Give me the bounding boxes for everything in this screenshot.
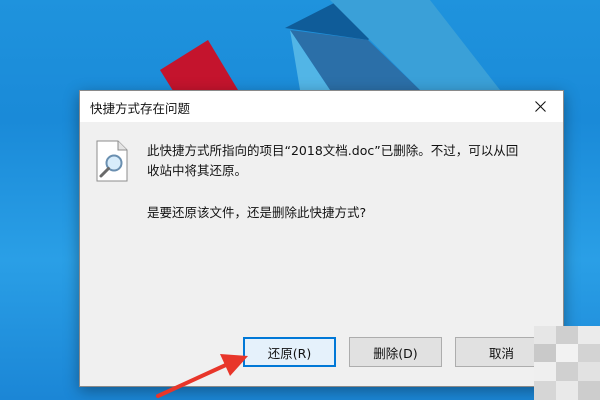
dialog-titlebar: 快捷方式存在问题 xyxy=(80,91,563,122)
dialog-question: 是要还原该文件，还是删除此快捷方式? xyxy=(147,205,367,220)
document-search-icon xyxy=(96,140,128,182)
message-line-2: 收站中将其还原。 xyxy=(147,163,248,178)
close-icon xyxy=(535,101,546,112)
dialog-title: 快捷方式存在问题 xyxy=(90,101,191,116)
message-line-1: 此快捷方式所指向的项目“2018文档.doc”已删除。不过，可以从回 xyxy=(147,143,519,158)
restore-button[interactable]: 还原(R) xyxy=(243,337,336,367)
close-button[interactable] xyxy=(519,91,563,122)
watermark-mosaic xyxy=(534,326,600,400)
desktop: 快捷方式存在问题 此快捷方式所指向的项目“2018文档.doc”已删除。不过，可… xyxy=(0,0,600,400)
red-arrow-icon xyxy=(156,354,248,398)
dialog-message: 此快捷方式所指向的项目“2018文档.doc”已删除。不过，可以从回 收站中将其… xyxy=(147,141,547,181)
delete-button[interactable]: 删除(D) xyxy=(349,337,442,367)
